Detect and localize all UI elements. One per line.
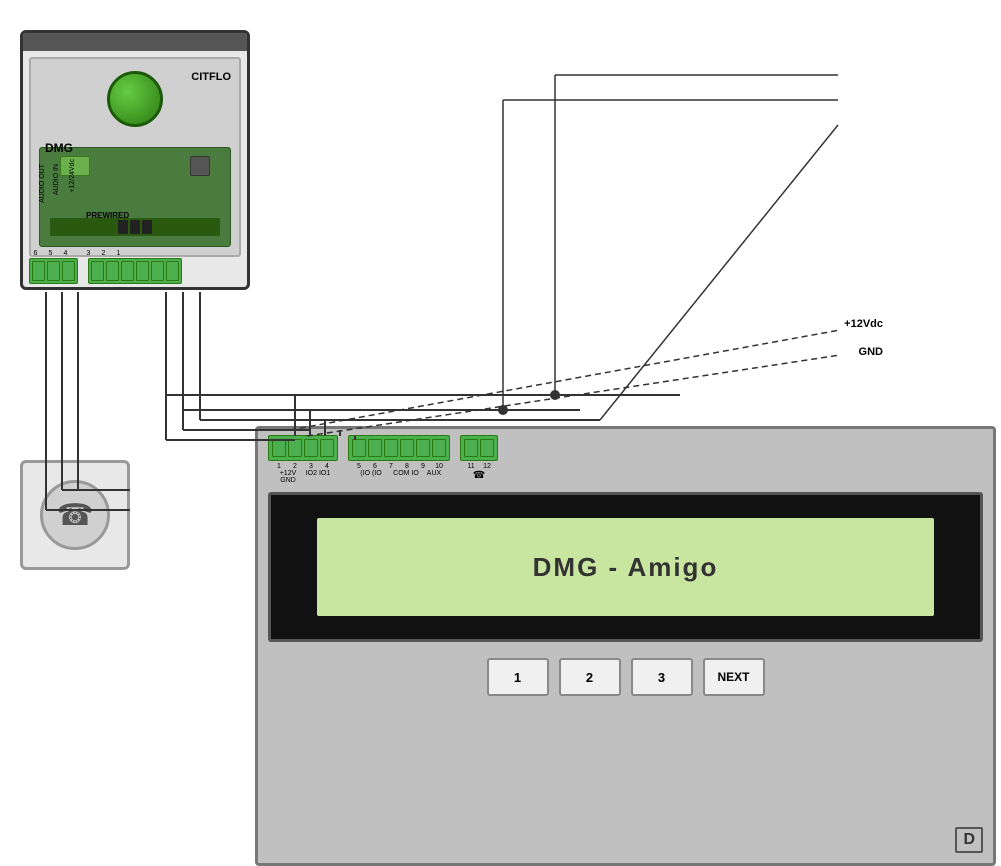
amigo-buttons-row: 1 2 3 NEXT [258,648,993,706]
audio-out-label: AUDIO OUT [39,164,46,203]
citflo-terminals [29,257,241,285]
citflo-top-bar [23,33,247,51]
citflo-terminal-nums: 6 5 4 3 2 1 [29,250,241,257]
citflo-prewired-label: PREWIRED [86,211,129,220]
citflo-pcb [39,147,231,247]
button-next[interactable]: NEXT [703,658,765,696]
audio-in-label: AUDIO IN [53,164,60,195]
citflo-brand-label: DMG [45,141,73,155]
citflo-module: DMG CITFLO PREWIRED AUDIO OUT AUDIO IN +… [20,30,250,290]
amigo-terminal-section: 1 2 3 4 +12V GND IO2 IO1 [258,429,993,486]
voltage-label: +12/24Vdc [69,159,76,193]
citflo-indicator [107,71,163,127]
button-1[interactable]: 1 [487,658,549,696]
amigo-logo: D [955,827,983,853]
citflo-model-label: CITFLO [191,71,231,83]
amigo-screen: DMG - Amigo [268,492,983,642]
button-2[interactable]: 2 [559,658,621,696]
gnd-label: GND [859,346,883,358]
door-phone: ☎ [20,460,130,570]
door-phone-symbol: ☎ [40,480,110,550]
amigo-panel: 1 2 3 4 +12V GND IO2 IO1 [255,426,996,866]
citflo-inner: DMG CITFLO PREWIRED AUDIO OUT AUDIO IN +… [29,57,241,257]
voltage-label: +12Vdc [844,318,883,330]
amigo-lcd: DMG - Amigo [317,518,934,616]
amigo-lcd-text: DMG - Amigo [533,552,719,583]
button-3[interactable]: 3 [631,658,693,696]
